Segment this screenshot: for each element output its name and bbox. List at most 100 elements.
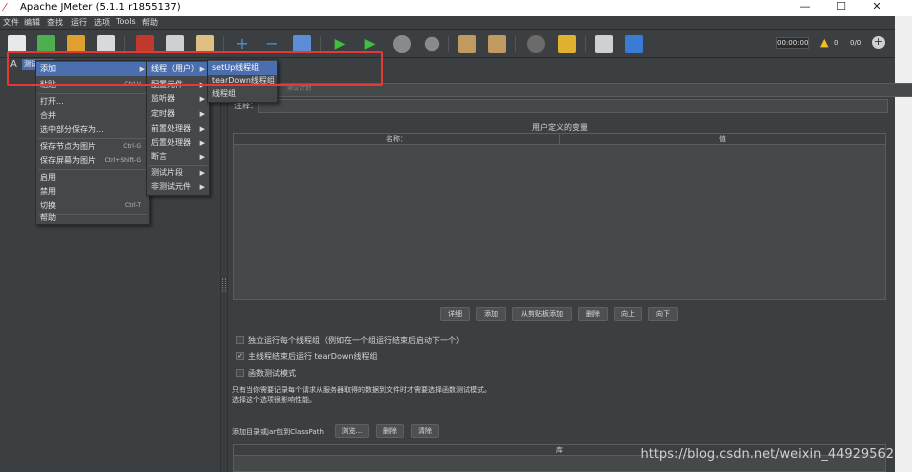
submenu-arrow-icon: ▶ <box>199 95 205 103</box>
thread-count: 0/0 <box>850 39 862 47</box>
warning-icon[interactable]: ▲ <box>820 36 828 49</box>
menu-help[interactable]: 帮助 <box>142 17 158 28</box>
teardown-checkbox[interactable]: ✓ <box>236 352 244 360</box>
submenu-arrow-icon: ▶ <box>199 81 205 89</box>
shutdown-icon[interactable] <box>424 36 440 52</box>
menu-file[interactable]: 文件 <box>3 17 19 28</box>
submenu-item-assertion[interactable]: 断言 ▶ <box>147 150 209 164</box>
add-from-clipboard-button[interactable]: 从剪贴板添加 <box>512 307 572 321</box>
udv-col-value[interactable]: 值 <box>560 134 885 145</box>
menu-search[interactable]: 查找 <box>47 17 63 28</box>
classpath-clear-button[interactable]: 清除 <box>411 424 439 438</box>
submenu-arrow-icon: ▶ <box>139 65 145 73</box>
menu-item-save-screen-image[interactable]: 保存屏幕为图片 Ctrl+Shift-G <box>36 154 149 168</box>
clear-all-icon[interactable] <box>488 35 506 53</box>
submenu-item-non-test-label: 非测试元件 <box>151 182 191 191</box>
remote-icon[interactable]: + <box>872 36 885 49</box>
udv-col-name[interactable]: 名称： <box>234 134 560 145</box>
close-button[interactable]: ✕ <box>860 0 894 16</box>
menu-item-enable[interactable]: 启用 <box>36 171 149 185</box>
classpath-label: 添加目录或jar包到ClassPath <box>232 428 324 436</box>
submenu-item-timer-label: 定时器 <box>151 109 175 118</box>
warning-count: 0 <box>834 39 839 47</box>
submenu-item-test-fragment[interactable]: 测试片段 ▶ <box>147 166 209 180</box>
maximize-button[interactable]: ☐ <box>824 0 858 16</box>
function-helper-icon[interactable] <box>595 35 613 53</box>
context-menu: 添加 ▶ 粘贴 Ctrl-V 打开... 合并 选中部分保存为... 保存节点为图片… <box>35 60 150 225</box>
clear-icon[interactable] <box>458 35 476 53</box>
stop-icon[interactable] <box>393 35 411 53</box>
submenu-item-non-test[interactable]: 非测试元件 ▶ <box>147 180 209 194</box>
collapse-icon[interactable]: − <box>263 35 281 53</box>
save-icon[interactable] <box>97 35 115 53</box>
toolbar-divider <box>515 36 516 52</box>
menu-item-save-node-image-shortcut: Ctrl-G <box>123 143 141 150</box>
menu-item-merge[interactable]: 合并 <box>36 109 149 123</box>
elapsed-time: 00:00:00 <box>776 37 809 49</box>
submenu-item-threads[interactable]: 线程（用户） ▶ <box>147 62 209 76</box>
menu-separator <box>38 169 147 170</box>
classpath-delete-button[interactable]: 删除 <box>376 424 404 438</box>
comment-field[interactable] <box>258 99 888 113</box>
submenu-item-thread-group[interactable]: 线程组 <box>208 87 277 101</box>
menu-item-add[interactable]: 添加 ▶ <box>36 62 149 76</box>
menu-item-save-screen-image-shortcut: Ctrl+Shift-G <box>104 157 141 164</box>
cut-icon[interactable] <box>136 35 154 53</box>
expand-icon[interactable]: + <box>233 35 251 53</box>
menu-item-help[interactable]: 帮助 <box>36 211 149 225</box>
menu-item-paste[interactable]: 粘贴 Ctrl-V <box>36 78 149 92</box>
move-up-button[interactable]: 向上 <box>614 307 642 321</box>
jmeter-app-icon: ⁄ <box>4 1 6 14</box>
submenu-item-config[interactable]: 配置元件 ▶ <box>147 78 209 92</box>
menu-item-open[interactable]: 打开... <box>36 95 149 109</box>
open-icon[interactable] <box>67 35 85 53</box>
submenu-arrow-icon: ▶ <box>199 169 205 177</box>
submenu-item-preprocessor[interactable]: 前置处理器 ▶ <box>147 122 209 136</box>
submenu-item-postprocessor-label: 后置处理器 <box>151 138 191 147</box>
templates-icon[interactable] <box>37 35 55 53</box>
functional-note-1: 只有当你需要记录每个请求从服务器取得的数据到文件时才需要选择函数测试模式。 <box>232 386 491 394</box>
copy-icon[interactable] <box>166 35 184 53</box>
delete-button[interactable]: 删除 <box>578 307 608 321</box>
menu-options[interactable]: 选项 <box>94 17 110 28</box>
toolbar-divider <box>585 36 586 52</box>
paste-icon[interactable] <box>196 35 214 53</box>
udv-title: 用户定义的变量 <box>532 123 588 132</box>
minimize-button[interactable]: — <box>788 0 822 16</box>
toolbar-divider <box>320 36 321 52</box>
menu-run[interactable]: 运行 <box>71 17 87 28</box>
submenu-arrow-icon: ▶ <box>199 183 205 191</box>
split-pane-divider[interactable] <box>220 58 228 472</box>
new-icon[interactable] <box>8 35 26 53</box>
menu-item-save-node-image-label: 保存节点为图片 <box>40 142 96 151</box>
add-button[interactable]: 添加 <box>476 307 506 321</box>
search-icon[interactable] <box>527 35 545 53</box>
reset-search-icon[interactable] <box>558 35 576 53</box>
browse-button[interactable]: 浏览... <box>335 424 369 438</box>
submenu-item-listener[interactable]: 监听器 ▶ <box>147 92 209 106</box>
menu-item-save-node-image[interactable]: 保存节点为图片 Ctrl-G <box>36 140 149 154</box>
submenu-item-postprocessor[interactable]: 后置处理器 ▶ <box>147 136 209 150</box>
menu-edit[interactable]: 编辑 <box>24 17 40 28</box>
functional-mode-checkbox[interactable] <box>236 369 244 377</box>
submenu-item-timer[interactable]: 定时器 ▶ <box>147 107 209 121</box>
submenu-item-setup-thread-group[interactable]: setUp线程组 <box>208 61 277 75</box>
submenu-item-preprocessor-label: 前置处理器 <box>151 124 191 133</box>
move-down-button[interactable]: 向下 <box>648 307 678 321</box>
name-field[interactable]: 测试计划 <box>258 83 912 97</box>
teardown-label: 主线程结束后运行 tearDown线程组 <box>248 352 378 361</box>
toggle-icon[interactable] <box>293 35 311 53</box>
detail-button[interactable]: 详细 <box>440 307 470 321</box>
menu-bar: 文件 编辑 查找 运行 选项 Tools 帮助 <box>0 16 895 30</box>
start-icon[interactable]: ▶ <box>331 35 349 53</box>
menu-item-disable[interactable]: 禁用 <box>36 185 149 199</box>
watermark: https://blog.csdn.net/weixin_44929562 <box>640 447 894 462</box>
submenu-item-teardown-thread-group[interactable]: tearDown线程组 <box>208 74 277 88</box>
menu-item-save-selection[interactable]: 选中部分保存为... <box>36 123 149 137</box>
run-serially-checkbox[interactable] <box>236 336 244 344</box>
start-no-pauses-icon[interactable]: ▶ <box>361 35 379 53</box>
udv-table[interactable]: 名称： 值 <box>233 133 886 300</box>
functional-mode-label: 函数测试模式 <box>248 369 296 378</box>
menu-tools[interactable]: Tools <box>116 17 136 26</box>
help-icon[interactable] <box>625 35 643 53</box>
